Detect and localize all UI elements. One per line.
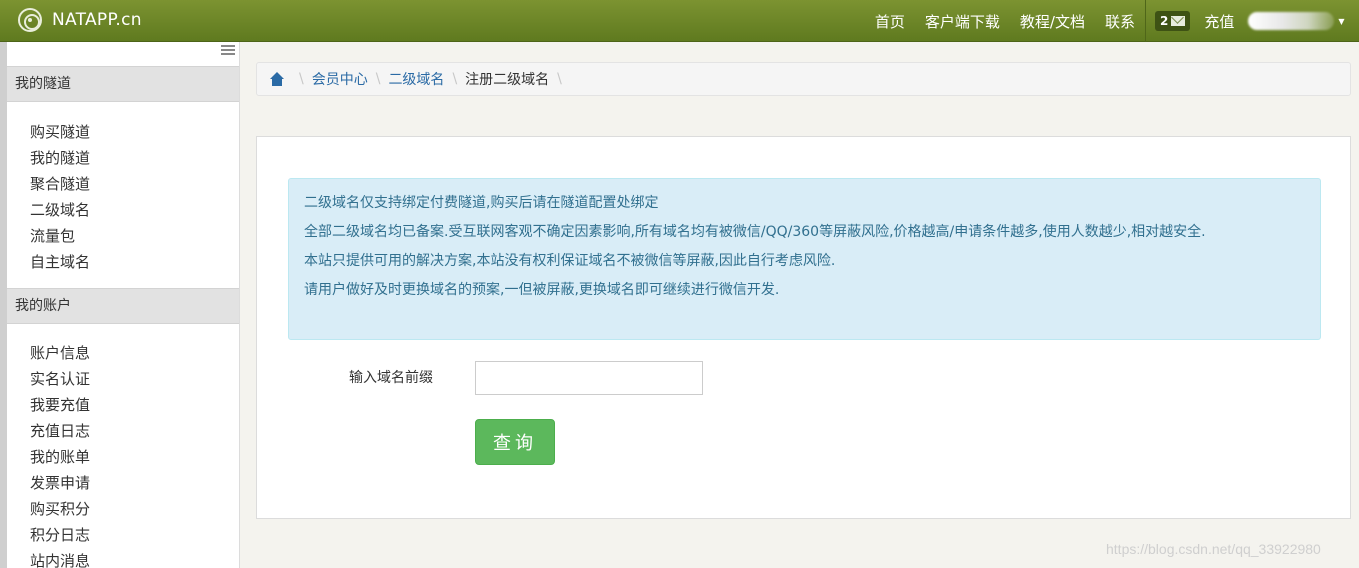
sidebar-item-recharge[interactable]: 我要充值	[30, 392, 90, 418]
sidebar-item-buy-tunnel[interactable]: 购买隧道	[30, 119, 90, 145]
brand[interactable]: NATAPP.cn	[18, 7, 142, 33]
top-navbar: NATAPP.cn 首页 客户端下载 教程/文档 联系 2 充值 ▼	[0, 0, 1359, 42]
breadcrumb-current: 注册二级域名	[465, 72, 550, 88]
sidebar-item-buy-points[interactable]: 购买积分	[30, 496, 90, 522]
caret-down-icon[interactable]: ▼	[1338, 17, 1344, 26]
nav-link-contact[interactable]: 联系	[1095, 11, 1145, 32]
sidebar-section-account[interactable]: 我的账户	[7, 288, 239, 324]
home-icon[interactable]	[269, 72, 285, 86]
sidebar-item-aggregate-tunnel[interactable]: 聚合隧道	[30, 171, 90, 197]
nav-user-area: 2 充值 ▼	[1155, 0, 1345, 42]
domain-prefix-input[interactable]	[475, 361, 703, 395]
sidebar-account-menu: 账户信息 实名认证 我要充值 充值日志 我的账单 发票申请 购买积分 积分日志 …	[30, 340, 90, 568]
nav-link-home[interactable]: 首页	[865, 11, 915, 32]
prefix-label: 输入域名前缀	[349, 370, 433, 386]
register-subdomain-panel: 二级域名仅支持绑定付费隧道,购买后请在隧道配置处绑定 全部二级域名均已备案.受互…	[256, 136, 1351, 519]
breadcrumb-member-center[interactable]: 会员中心	[312, 69, 368, 89]
breadcrumb-separator: \	[452, 71, 458, 87]
user-menu-avatar[interactable]	[1248, 12, 1335, 30]
sidebar-section-tunnels[interactable]: 我的隧道	[7, 66, 239, 102]
notice-line: 请用户做好及时更换域名的预案,一但被屏蔽,更换域名即可继续进行微信开发.	[304, 282, 780, 298]
notice-line: 二级域名仅支持绑定付费隧道,购买后请在隧道配置处绑定	[304, 195, 659, 211]
sidebar-item-invoice[interactable]: 发票申请	[30, 470, 90, 496]
sidebar-item-account-info[interactable]: 账户信息	[30, 340, 90, 366]
watermark: https://blog.csdn.net/qq_33922980	[1106, 541, 1321, 557]
sidebar-item-subdomain[interactable]: 二级域名	[30, 197, 90, 223]
breadcrumb-separator: \	[375, 71, 381, 87]
info-notice: 二级域名仅支持绑定付费隧道,购买后请在隧道配置处绑定 全部二级域名均已备案.受互…	[288, 178, 1321, 340]
menu-collapse-icon[interactable]	[221, 45, 235, 55]
sidebar-item-traffic-pack[interactable]: 流量包	[30, 223, 90, 249]
breadcrumb: \ 会员中心 \ 二级域名 \ 注册二级域名 \	[256, 62, 1351, 96]
sidebar-item-my-bills[interactable]: 我的账单	[30, 444, 90, 470]
message-count: 2	[1160, 14, 1169, 28]
breadcrumb-separator: \	[557, 71, 562, 87]
brand-logo-icon	[18, 8, 42, 32]
recharge-link[interactable]: 充值	[1198, 11, 1240, 32]
nav-divider	[1145, 0, 1146, 42]
breadcrumb-subdomain[interactable]: 二级域名	[388, 69, 444, 89]
messages-button[interactable]: 2	[1155, 11, 1191, 31]
sidebar-item-custom-domain[interactable]: 自主域名	[30, 249, 90, 275]
sidebar-item-messages[interactable]: 站内消息	[30, 548, 90, 568]
sidebar-item-real-name[interactable]: 实名认证	[30, 366, 90, 392]
brand-name: NATAPP.cn	[52, 10, 142, 30]
sidebar-tunnel-menu: 购买隧道 我的隧道 聚合隧道 二级域名 流量包 自主域名	[30, 119, 90, 275]
mail-icon	[1171, 16, 1186, 26]
breadcrumb-separator: \	[299, 71, 304, 87]
nav-link-client-download[interactable]: 客户端下载	[915, 11, 1010, 32]
sidebar-item-recharge-log[interactable]: 充值日志	[30, 418, 90, 444]
notice-line: 全部二级域名均已备案.受互联网客观不确定因素影响,所有域名均有被微信/QQ/36…	[304, 224, 1206, 240]
nav-link-docs[interactable]: 教程/文档	[1010, 11, 1095, 32]
notice-line: 本站只提供可用的解决方案,本站没有权利保证域名不被微信等屏蔽,因此自行考虑风险.	[304, 253, 836, 269]
nav-links: 首页 客户端下载 教程/文档 联系	[865, 0, 1145, 42]
query-button[interactable]: 查询	[475, 419, 555, 465]
sidebar-item-my-tunnels[interactable]: 我的隧道	[30, 145, 90, 171]
sidebar-item-points-log[interactable]: 积分日志	[30, 522, 90, 548]
sidebar: 我的隧道 购买隧道 我的隧道 聚合隧道 二级域名 流量包 自主域名 我的账户 账…	[0, 42, 240, 568]
